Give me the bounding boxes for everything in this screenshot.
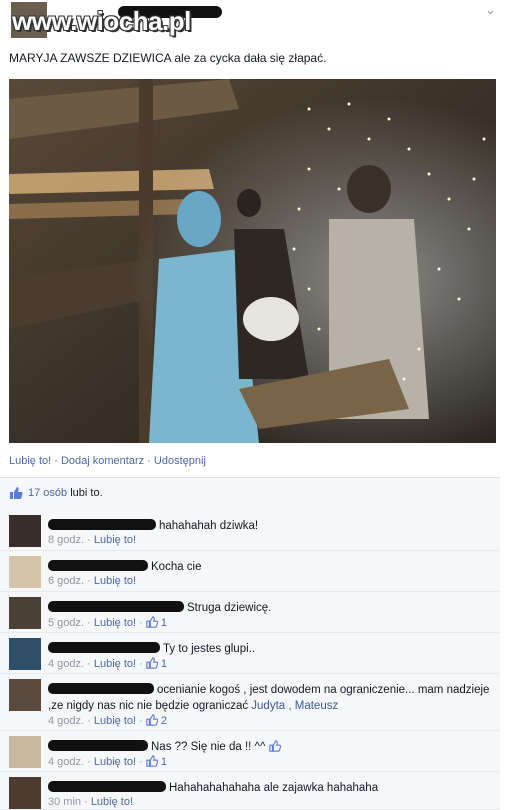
commenter-avatar[interactable] (9, 638, 41, 670)
commenter-avatar[interactable] (9, 597, 41, 629)
thumbs-up-icon (146, 657, 158, 670)
separator: · (84, 534, 94, 546)
comment-timestamp[interactable]: 8 godz. (48, 534, 84, 546)
comment-like-link[interactable]: Lubię to! (94, 756, 136, 768)
thumbs-up-emoticon-icon (265, 740, 281, 753)
separator: · (51, 455, 61, 467)
commenter-avatar[interactable] (9, 515, 41, 547)
comment-text: Hahahahahahaha ale zajawka hahahaha (169, 782, 379, 794)
comment-meta: 30 min · Lubię to! (48, 796, 133, 808)
comment-timestamp[interactable]: 4 godz. (48, 756, 84, 768)
thumbs-up-icon (146, 616, 158, 629)
redacted-commenter-name[interactable] (48, 601, 184, 612)
comments-list: hahahahah dziwka! 8 godz. · Lubię to! Koch… (0, 509, 500, 810)
separator: · (84, 617, 94, 629)
comment-meta: 4 godz. · Lubię to! · 1 (48, 755, 167, 768)
separator: · (144, 455, 154, 467)
share-link[interactable]: Udostępnij (154, 455, 206, 467)
separator: · (84, 756, 94, 768)
commenter-avatar[interactable] (9, 736, 41, 768)
comment-timestamp[interactable]: 6 godz. (48, 575, 84, 587)
comment-timestamp[interactable]: 30 min (48, 796, 81, 808)
comment-like-link[interactable]: Lubię to! (91, 796, 133, 808)
comment-body: Struga dziewicę. (48, 600, 490, 616)
commenter-avatar[interactable] (9, 777, 41, 809)
comment-like-link[interactable]: Lubię to! (94, 575, 136, 587)
likes-suffix: lubi to. (67, 487, 103, 499)
thumbs-up-icon (146, 714, 158, 727)
comment-item: Struga dziewicę. 5 godz. · Lubię to! · 1 (0, 591, 500, 633)
comment-text: Ty to jestes glupi.. (163, 643, 256, 655)
comment-meta: 4 godz. · Lubię to! · 2 (48, 714, 167, 727)
comment-meta: 4 godz. · Lubię to! · 1 (48, 657, 167, 670)
redacted-commenter-name[interactable] (48, 683, 154, 694)
separator: · (136, 715, 146, 727)
comment-like-count[interactable]: 1 (161, 658, 167, 670)
post-photo[interactable] (9, 79, 496, 443)
comment-body: Nas ?? Się nie da !! ^^ (48, 739, 490, 755)
comment-meta: 5 godz. · Lubię to! · 1 (48, 616, 167, 629)
site-watermark: www.wiocha.pl (12, 6, 191, 36)
comment-like-count[interactable]: 2 (161, 715, 167, 727)
commenter-avatar[interactable] (9, 679, 41, 711)
redacted-commenter-name[interactable] (48, 560, 148, 571)
comment-like-link[interactable]: Lubię to! (94, 534, 136, 546)
separator: · (84, 658, 94, 670)
separator: · (136, 617, 146, 629)
redacted-commenter-name[interactable] (48, 781, 166, 792)
comment-meta: 8 godz. · Lubię to! (48, 534, 136, 546)
separator: · (84, 575, 94, 587)
comment-body: Kocha cie (48, 559, 490, 575)
comment-timestamp[interactable]: 4 godz. (48, 715, 84, 727)
comment-like-count[interactable]: 1 (161, 617, 167, 629)
thumbs-up-icon (146, 755, 158, 768)
comment-item: Ty to jestes glupi.. 4 godz. · Lubię to! … (0, 632, 500, 674)
commenter-avatar[interactable] (9, 556, 41, 588)
comment-text: Nas ?? Się nie da !! ^^ (151, 741, 266, 753)
likes-summary: 17 osób lubi to. (0, 477, 500, 511)
thumbs-up-icon (10, 487, 23, 499)
separator: · (84, 715, 94, 727)
comment-timestamp[interactable]: 5 godz. (48, 617, 84, 629)
comment-like-count[interactable]: 1 (161, 756, 167, 768)
comment-like-link[interactable]: Lubię to! (94, 715, 136, 727)
chevron-down-icon[interactable]: ⌄ (485, 2, 496, 18)
comment-like-link[interactable]: Lubię to! (94, 617, 136, 629)
comment-link[interactable]: Dodaj komentarz (61, 455, 144, 467)
comment-item: hahahahah dziwka! 8 godz. · Lubię to! (0, 509, 500, 551)
comment-text: Kocha cie (151, 561, 202, 573)
comment-body: ocenianie kogoś , jest dowodem na ograni… (48, 682, 490, 714)
post-actions: Lubię to! · Dodaj komentarz · Udostępnij (9, 455, 206, 467)
comment-body: Hahahahahahaha ale zajawka hahahaha (48, 780, 490, 796)
comment-like-link[interactable]: Lubię to! (94, 658, 136, 670)
separator: · (136, 756, 146, 768)
redacted-commenter-name[interactable] (48, 642, 160, 653)
comment-text: hahahahah dziwka! (159, 520, 259, 532)
redacted-commenter-name[interactable] (48, 519, 156, 530)
comment-item: Kocha cie 6 godz. · Lubię to! (0, 550, 500, 592)
comment-timestamp[interactable]: 4 godz. (48, 658, 84, 670)
comment-item: Hahahahahahaha ale zajawka hahahaha 30 mi… (0, 771, 500, 810)
separator: · (136, 658, 146, 670)
comment-body: hahahahah dziwka! (48, 518, 490, 534)
like-link[interactable]: Lubię to! (9, 455, 51, 467)
redacted-commenter-name[interactable] (48, 740, 148, 751)
comment-meta: 6 godz. · Lubię to! (48, 575, 136, 587)
comment-item: Nas ?? Się nie da !! ^^ 4 godz. · Lubię … (0, 730, 500, 772)
post-text: MARYJA ZAWSZE DZIEWICA ale za cycka dała… (9, 51, 327, 65)
comment-item: ocenianie kogoś , jest dowodem na ograni… (0, 673, 500, 731)
separator: · (81, 796, 91, 808)
likes-count[interactable]: 17 osób (28, 487, 67, 499)
tagged-users[interactable]: Judyta , Mateusz (248, 700, 338, 712)
comment-text: Struga dziewicę. (187, 602, 272, 614)
comment-body: Ty to jestes glupi.. (48, 641, 490, 657)
